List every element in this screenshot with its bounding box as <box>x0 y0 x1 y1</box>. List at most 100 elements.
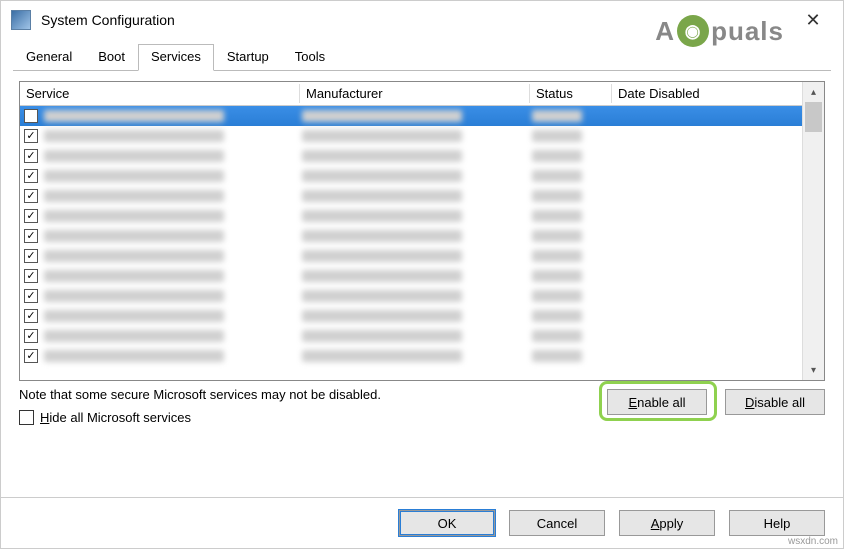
tab-boot[interactable]: Boot <box>85 44 138 71</box>
table-row[interactable]: ✓ <box>20 266 802 286</box>
table-row[interactable]: ✓ <box>20 226 802 246</box>
table-row[interactable]: ✓ <box>20 126 802 146</box>
column-header-status[interactable]: Status <box>530 84 612 103</box>
table-row[interactable]: ✓ <box>20 206 802 226</box>
blurred-text <box>302 210 462 222</box>
service-checkbox[interactable]: ✓ <box>24 329 38 343</box>
blurred-text <box>302 130 462 142</box>
service-checkbox[interactable]: ✓ <box>24 229 38 243</box>
table-row[interactable]: ✓ <box>20 146 802 166</box>
service-name-cell <box>44 130 302 142</box>
disable-all-label: isable all <box>754 395 805 410</box>
manufacturer-cell <box>302 210 532 222</box>
service-checkbox[interactable]: ✓ <box>24 169 38 183</box>
manufacturer-cell <box>302 270 532 282</box>
table-row[interactable]: ✓ <box>20 326 802 346</box>
blurred-text <box>532 310 582 322</box>
blurred-text <box>302 150 462 162</box>
hide-microsoft-checkbox[interactable] <box>19 410 34 425</box>
service-checkbox[interactable]: ✓ <box>24 129 38 143</box>
titlebar: System Configuration ✕ <box>1 1 843 39</box>
services-listbox: Service Manufacturer Status Date Disable… <box>19 81 825 381</box>
hide-microsoft-label[interactable]: Hide all Microsoft services <box>40 410 191 425</box>
service-checkbox[interactable] <box>24 109 38 123</box>
column-header-service[interactable]: Service <box>20 84 300 103</box>
status-cell <box>532 210 612 222</box>
enable-all-mnemonic: E <box>628 395 637 410</box>
service-name-cell <box>44 170 302 182</box>
service-checkbox[interactable]: ✓ <box>24 249 38 263</box>
blurred-text <box>302 310 462 322</box>
status-cell <box>532 190 612 202</box>
blurred-text <box>532 170 582 182</box>
enable-all-button[interactable]: Enable all <box>607 389 707 415</box>
blurred-text <box>302 350 462 362</box>
manufacturer-cell <box>302 350 532 362</box>
apply-label: pply <box>659 516 683 531</box>
service-checkbox[interactable]: ✓ <box>24 209 38 223</box>
table-row[interactable]: ✓ <box>20 186 802 206</box>
blurred-text <box>532 130 582 142</box>
status-cell <box>532 250 612 262</box>
vertical-scrollbar[interactable]: ▴ ▾ <box>802 82 824 380</box>
blurred-text <box>302 270 462 282</box>
disable-all-mnemonic: D <box>745 395 754 410</box>
hide-microsoft-mnemonic: H <box>40 410 49 425</box>
tab-general[interactable]: General <box>13 44 85 71</box>
service-checkbox[interactable]: ✓ <box>24 349 38 363</box>
scroll-down-icon[interactable]: ▾ <box>803 360 824 380</box>
scroll-up-icon[interactable]: ▴ <box>803 82 824 102</box>
source-mark: wsxdn.com <box>788 536 838 547</box>
tab-tools[interactable]: Tools <box>282 44 338 71</box>
table-row[interactable]: ✓ <box>20 346 802 366</box>
close-icon[interactable]: ✕ <box>793 10 833 31</box>
table-row[interactable]: ✓ <box>20 306 802 326</box>
tab-strip: General Boot Services Startup Tools <box>1 43 843 70</box>
service-checkbox[interactable]: ✓ <box>24 269 38 283</box>
scroll-track[interactable] <box>803 132 824 360</box>
status-cell <box>532 230 612 242</box>
apply-button[interactable]: Apply <box>619 510 715 536</box>
help-button[interactable]: Help <box>729 510 825 536</box>
service-checkbox[interactable]: ✓ <box>24 309 38 323</box>
service-checkbox[interactable]: ✓ <box>24 289 38 303</box>
service-checkbox[interactable]: ✓ <box>24 149 38 163</box>
blurred-text <box>44 150 224 162</box>
table-row[interactable]: ✓ <box>20 166 802 186</box>
cancel-button[interactable]: Cancel <box>509 510 605 536</box>
status-cell <box>532 310 612 322</box>
blurred-text <box>44 170 224 182</box>
table-row[interactable]: ✓ <box>20 246 802 266</box>
manufacturer-cell <box>302 170 532 182</box>
blurred-text <box>302 250 462 262</box>
status-cell <box>532 270 612 282</box>
secure-services-note: Note that some secure Microsoft services… <box>19 387 597 402</box>
tab-startup[interactable]: Startup <box>214 44 282 71</box>
ok-button[interactable]: OK <box>399 510 495 536</box>
enable-disable-row: Enable all Disable all <box>607 387 825 415</box>
table-row[interactable] <box>20 106 802 126</box>
manufacturer-cell <box>302 110 532 122</box>
blurred-text <box>302 110 462 122</box>
service-name-cell <box>44 190 302 202</box>
blurred-text <box>302 190 462 202</box>
tab-services[interactable]: Services <box>138 44 214 71</box>
blurred-text <box>302 230 462 242</box>
service-checkbox[interactable]: ✓ <box>24 189 38 203</box>
blurred-text <box>44 130 224 142</box>
table-row[interactable]: ✓ <box>20 286 802 306</box>
column-header-date-disabled[interactable]: Date Disabled <box>612 84 802 103</box>
system-configuration-window: System Configuration ✕ A ◉ puals General… <box>0 0 844 549</box>
dialog-footer: OK Cancel Apply Help <box>1 497 843 548</box>
service-name-cell <box>44 330 302 342</box>
scroll-thumb[interactable] <box>805 102 822 132</box>
column-header-manufacturer[interactable]: Manufacturer <box>300 84 530 103</box>
window-title: System Configuration <box>41 12 793 28</box>
blurred-text <box>302 330 462 342</box>
blurred-text <box>302 170 462 182</box>
disable-all-button[interactable]: Disable all <box>725 389 825 415</box>
hide-microsoft-label-text: ide all Microsoft services <box>49 410 191 425</box>
manufacturer-cell <box>302 250 532 262</box>
services-rows[interactable]: ✓ ✓ ✓ ✓ ✓ ✓ ✓ ✓ ✓ ✓ ✓ ✓ <box>20 106 802 380</box>
enable-all-label: nable all <box>637 395 685 410</box>
